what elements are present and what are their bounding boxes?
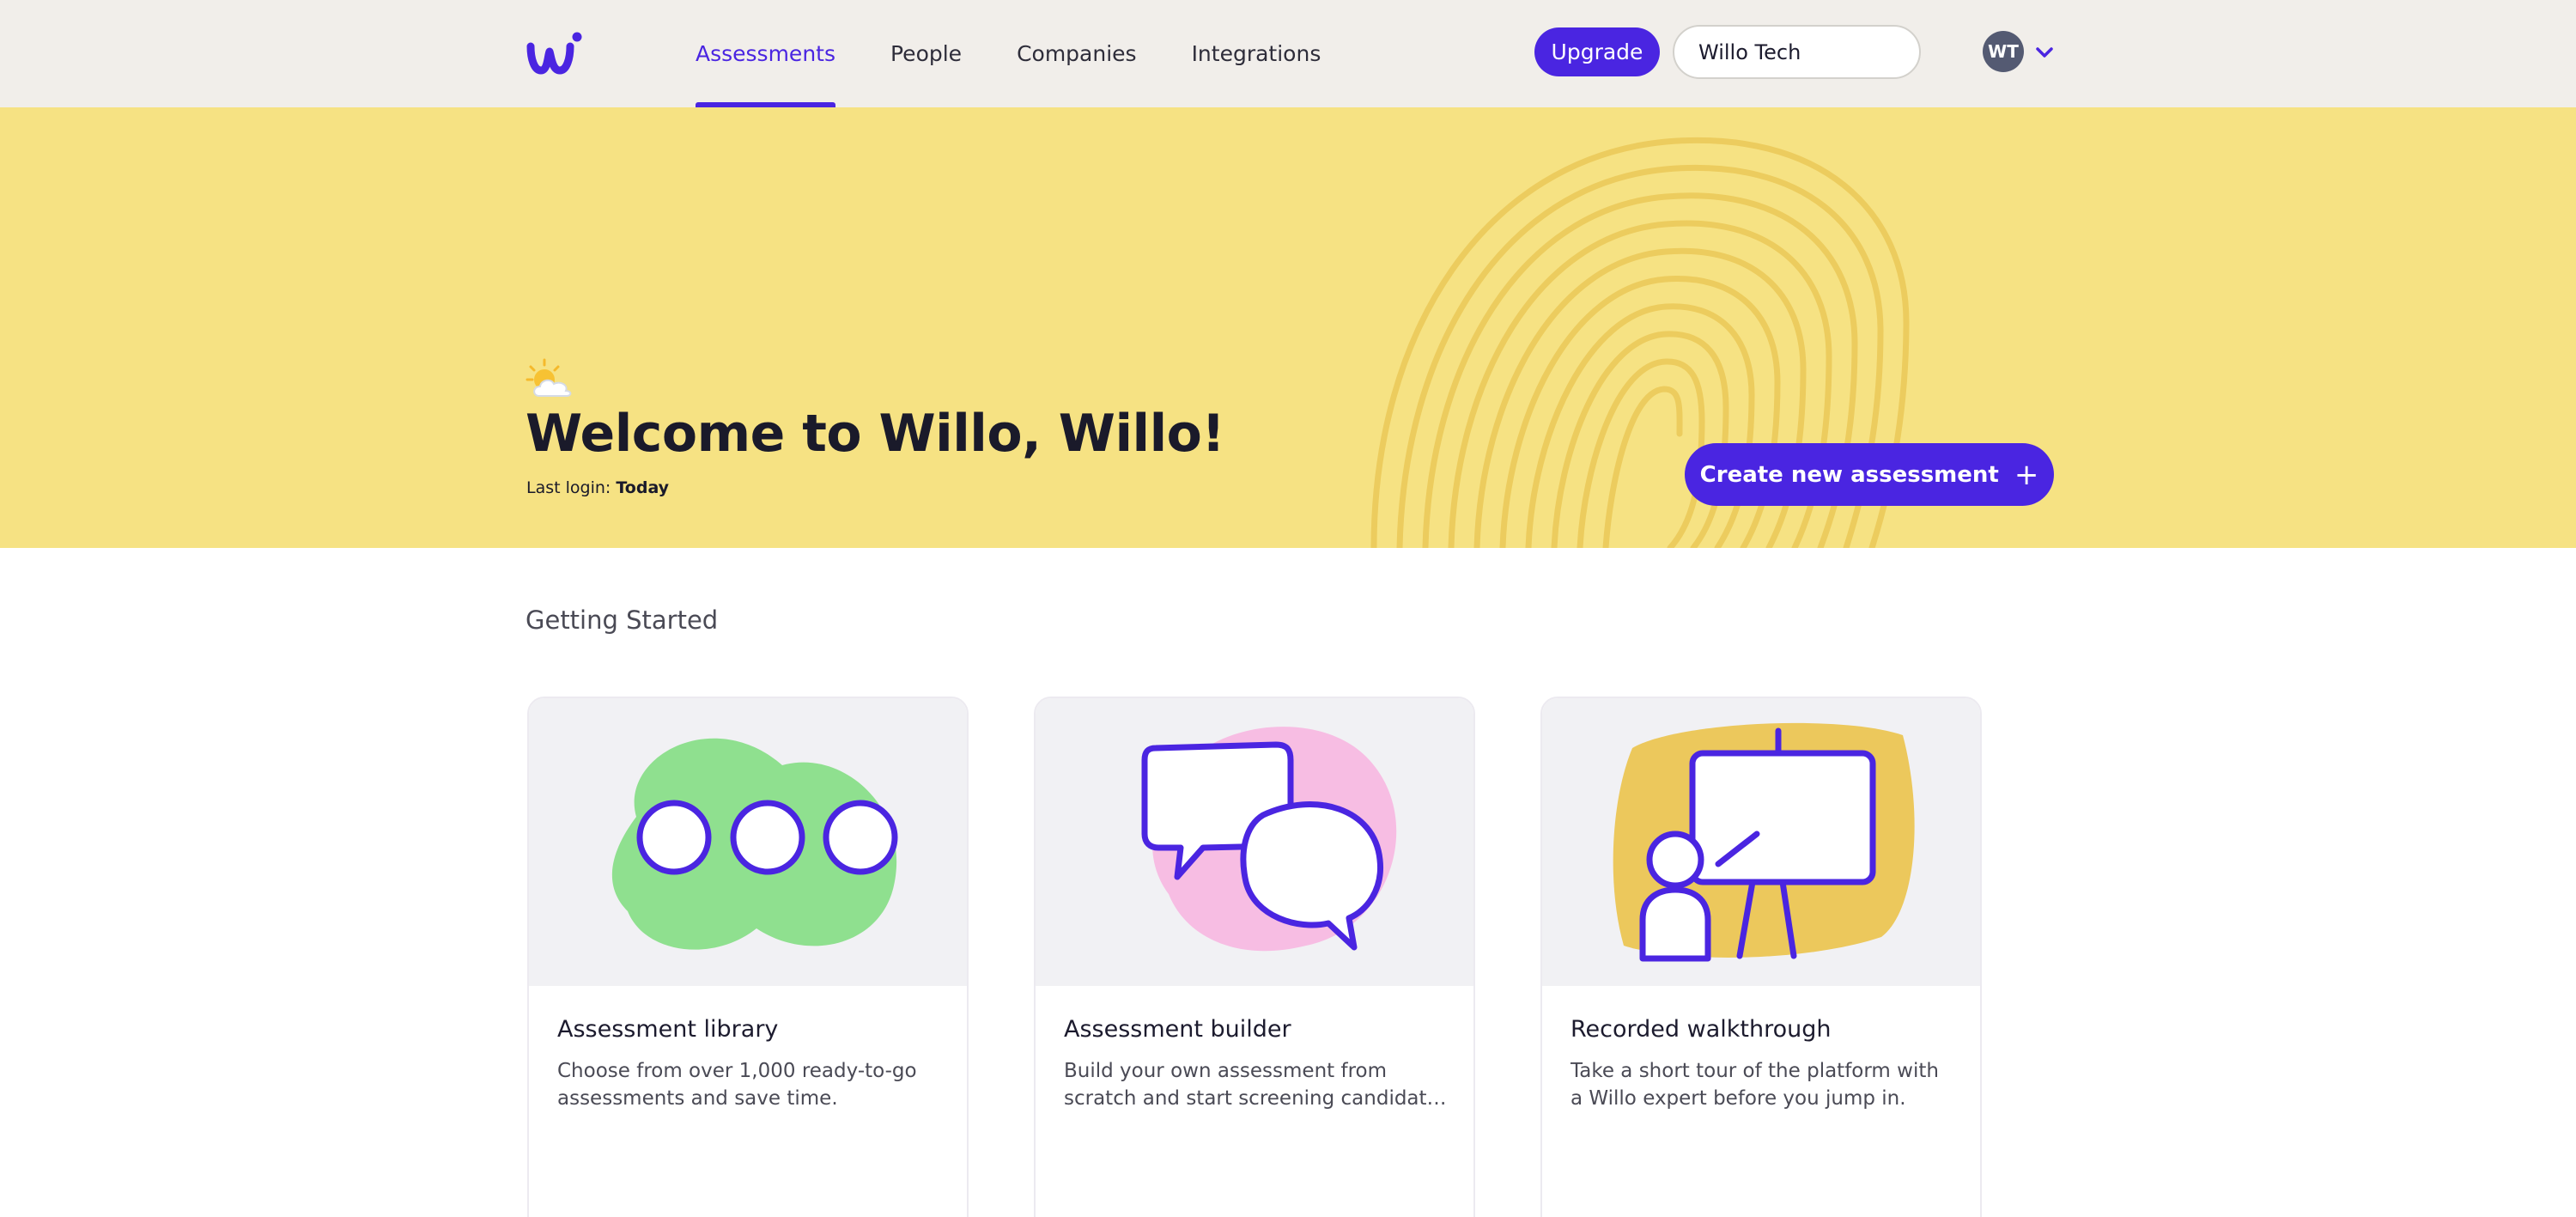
last-login-value: Today: [616, 478, 670, 497]
last-login: Last login: Today: [526, 478, 669, 497]
nav-item-integrations[interactable]: Integrations: [1192, 0, 1321, 107]
top-navbar: Assessments People Companies Integration…: [0, 0, 2576, 107]
card-assessment-builder[interactable]: Assessment builder Build your own assess…: [1034, 697, 1475, 1217]
nav-item-people[interactable]: People: [890, 0, 962, 107]
avatar[interactable]: WT: [1983, 31, 2024, 72]
presentation-board-illustration: [1613, 722, 1915, 961]
main-nav: Assessments People Companies Integration…: [696, 0, 1376, 107]
card-media: [1036, 698, 1473, 986]
card-description: Choose from over 1,000 ready-to-go asses…: [557, 1060, 917, 1110]
upgrade-button[interactable]: Upgrade: [1534, 27, 1660, 76]
last-login-label: Last login:: [526, 478, 611, 497]
card-media: [529, 698, 967, 986]
page-title: Welcome to Willo, Willo!: [526, 404, 1225, 464]
card-description: Build your own assessment from scratch a…: [1064, 1060, 1449, 1110]
card-assessment-library[interactable]: Assessment library Choose from over 1,00…: [527, 697, 969, 1217]
card-description: Take a short tour of the platform with a…: [1571, 1060, 1939, 1110]
card-title: Assessment library: [557, 1016, 779, 1043]
card-media: [1542, 698, 1980, 986]
sun-behind-cloud-icon: [526, 358, 572, 397]
plus-icon: +: [2014, 457, 2039, 492]
willo-logo[interactable]: [526, 29, 584, 77]
chevron-down-icon[interactable]: [2033, 41, 2056, 64]
nav-item-assessments[interactable]: Assessments: [696, 0, 835, 107]
card-recorded-walkthrough[interactable]: Recorded walkthrough Take a short tour o…: [1540, 697, 1982, 1217]
card-title: Assessment builder: [1064, 1016, 1291, 1043]
nav-item-companies[interactable]: Companies: [1017, 0, 1137, 107]
section-title: Getting Started: [526, 605, 719, 635]
company-selector[interactable]: Willo Tech: [1673, 25, 1921, 79]
speech-bubbles-illustration: [1141, 726, 1397, 951]
create-assessment-button[interactable]: Create new assessment +: [1685, 443, 2054, 506]
three-bubbles-illustration: [611, 738, 898, 950]
card-title: Recorded walkthrough: [1571, 1016, 1832, 1043]
welcome-banner: Welcome to Willo, Willo! Last login: Tod…: [0, 107, 2576, 548]
create-assessment-label: Create new assessment: [1699, 461, 1999, 488]
